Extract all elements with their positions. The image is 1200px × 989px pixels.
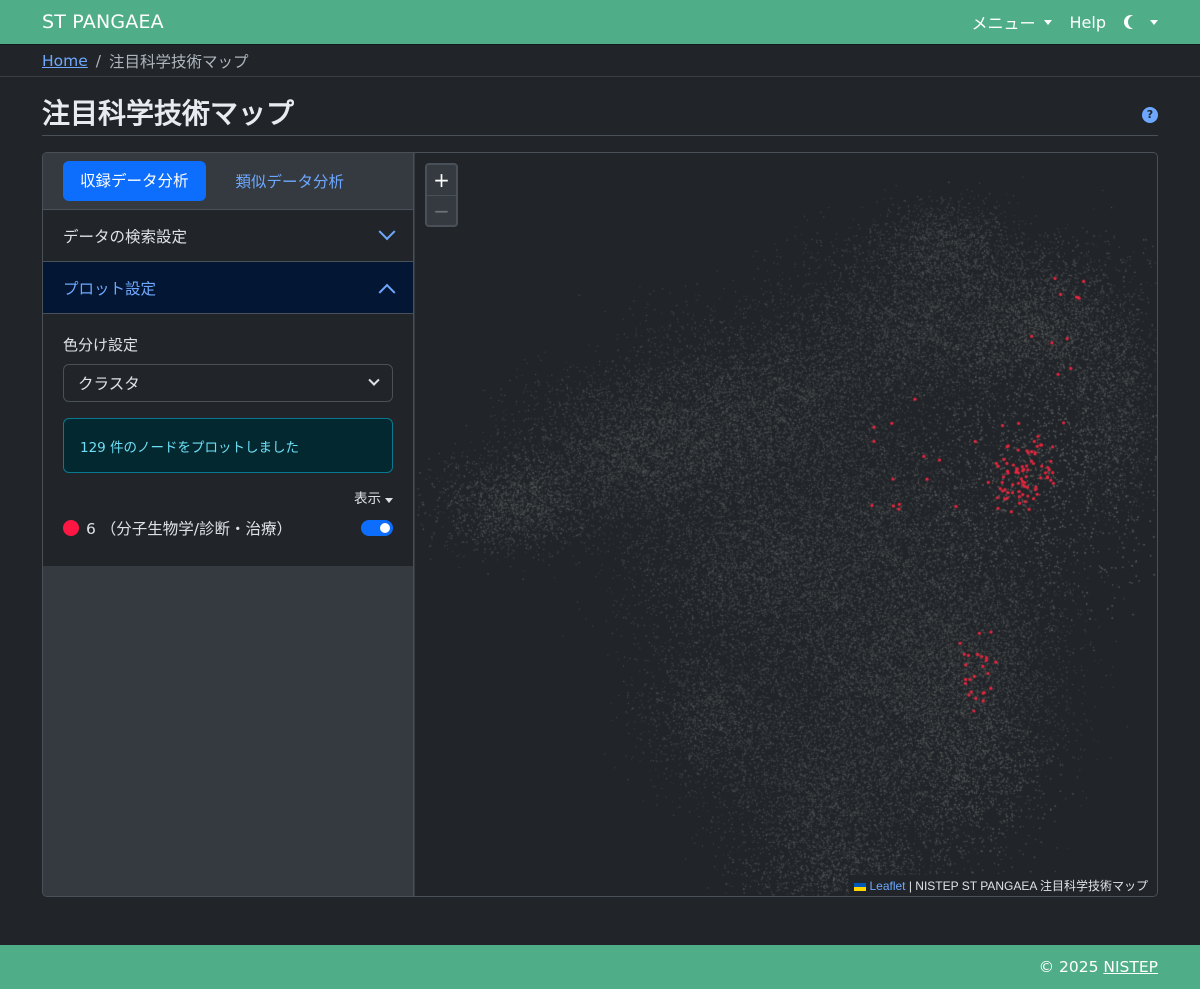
ukraine-flag-icon — [854, 882, 867, 891]
menu-dropdown[interactable]: メニュー — [972, 10, 1052, 34]
accordion-search-settings[interactable]: データの検索設定 — [43, 209, 413, 261]
scatter-map[interactable]: + − Leaflet | NISTEP ST PANGAEA 注目科学技術マッ… — [415, 153, 1157, 896]
display-label: 表示 — [354, 491, 381, 507]
map-attribution: Leaflet | NISTEP ST PANGAEA 注目科学技術マップ — [849, 875, 1153, 896]
navbar-right: メニュー Help — [972, 10, 1158, 34]
attribution-text: | NISTEP ST PANGAEA 注目科学技術マップ — [905, 879, 1148, 893]
breadcrumb-separator: / — [95, 51, 102, 70]
chevron-up-icon — [378, 283, 396, 301]
accordion-plot-settings[interactable]: プロット設定 — [43, 261, 413, 313]
help-label: Help — [1069, 12, 1106, 32]
tab-similar-data[interactable]: 類似データ分析 — [226, 170, 355, 192]
footer-nistep-link[interactable]: NISTEP — [1103, 958, 1158, 976]
zoom-in-button[interactable]: + — [427, 165, 456, 195]
caret-down-icon — [1150, 19, 1158, 25]
accordion-search-settings-label: データの検索設定 — [63, 227, 188, 246]
caret-down-icon — [1043, 19, 1052, 25]
footer: © 2025 NISTEP — [0, 945, 1200, 989]
title-divider — [42, 135, 1158, 136]
accordion-plot-settings-label: プロット設定 — [63, 279, 157, 298]
chevron-down-icon — [368, 374, 380, 386]
theme-dropdown[interactable] — [1124, 15, 1158, 29]
sidebar: 収録データ分析 類似データ分析 データの検索設定 プロット設定 色分け設定 クラ… — [43, 153, 414, 896]
leaflet-link[interactable]: Leaflet — [869, 879, 905, 893]
moon-icon — [1128, 15, 1142, 29]
breadcrumb-home[interactable]: Home — [42, 52, 88, 70]
brand-logo[interactable]: ST PANGAEA — [42, 11, 164, 33]
chevron-down-icon — [378, 222, 396, 240]
display-dropdown[interactable]: 表示 — [63, 487, 393, 507]
legend-toggle-switch[interactable] — [361, 520, 393, 536]
legend-item-label: 6 （分子生物学/診断・治療） — [86, 520, 293, 538]
breadcrumb: Home / 注目科学技術マップ — [0, 44, 1200, 77]
help-link[interactable]: Help — [1070, 13, 1106, 32]
map-canvas[interactable] — [415, 153, 1157, 896]
zoom-out-button[interactable]: − — [427, 195, 456, 225]
footer-copyright: © 2025 — [1038, 958, 1099, 976]
caret-down-icon — [385, 498, 393, 503]
page-title: 注目科学技術マップ — [42, 97, 295, 130]
question-circle-icon[interactable]: ? — [1142, 107, 1158, 123]
plot-result-alert: 129 件のノードをプロットしました — [63, 418, 393, 473]
color-setting-label: 色分け設定 — [63, 336, 139, 354]
color-setting-value: クラスタ — [78, 375, 140, 393]
breadcrumb-current: 注目科学技術マップ — [109, 52, 249, 71]
main-panel: 収録データ分析 類似データ分析 データの検索設定 プロット設定 色分け設定 クラ… — [42, 152, 1158, 897]
analysis-tabs: 収録データ分析 類似データ分析 — [43, 153, 413, 209]
tab-recorded-data[interactable]: 収録データ分析 — [63, 161, 206, 201]
legend-color-dot — [63, 520, 79, 536]
zoom-control: + − — [425, 163, 458, 227]
color-setting-select[interactable]: クラスタ — [63, 364, 393, 402]
menu-label: メニュー — [971, 14, 1036, 33]
plot-settings-body: 色分け設定 クラスタ 129 件のノードをプロットしました 表示 6 （分子生物… — [43, 313, 413, 566]
legend-item: 6 （分子生物学/診断・治療） — [63, 517, 393, 539]
top-navbar: ST PANGAEA メニュー Help — [0, 0, 1200, 44]
